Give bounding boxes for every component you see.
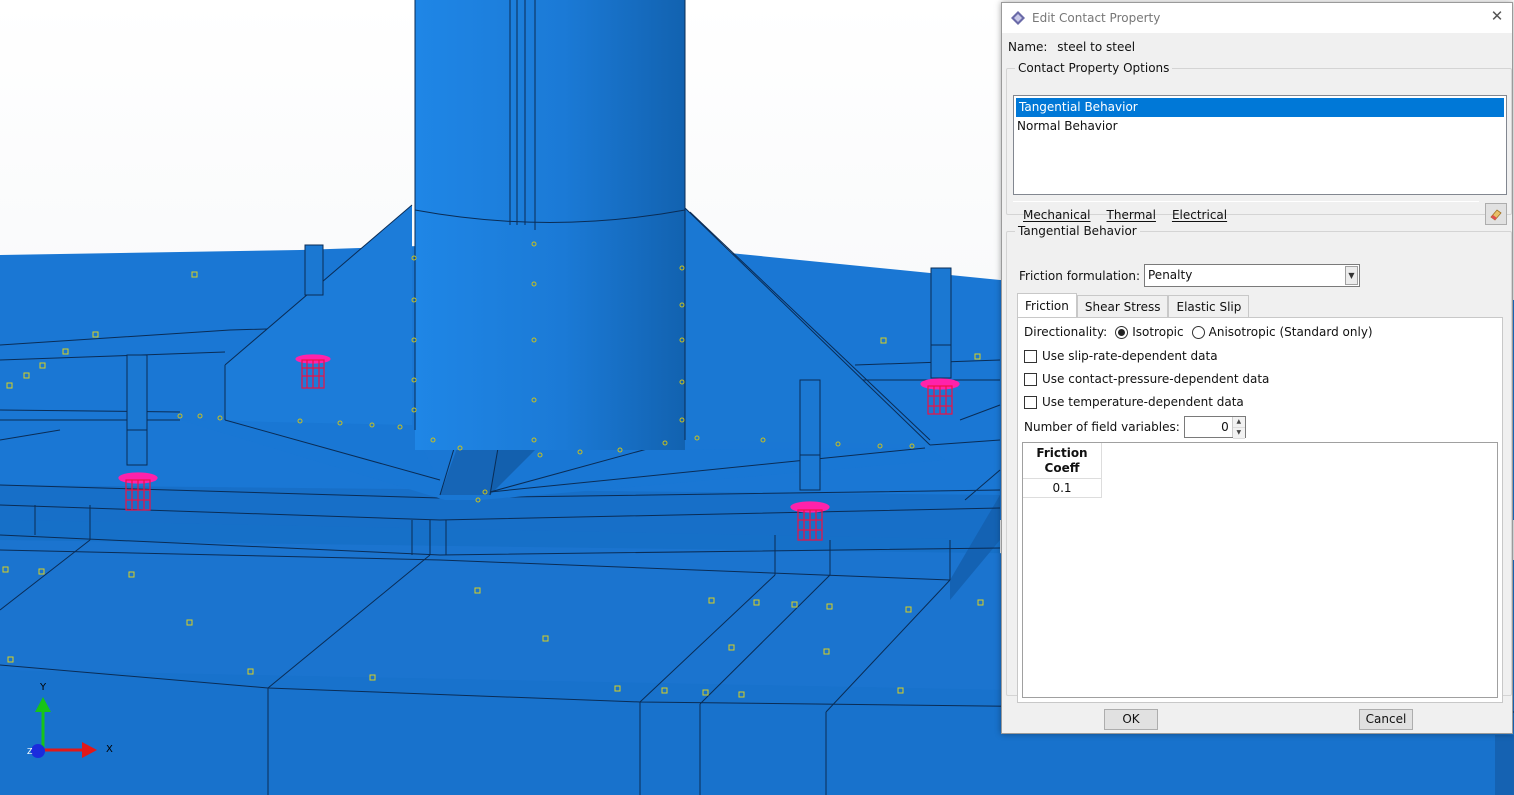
close-icon[interactable]: ✕ — [1490, 9, 1504, 24]
stepper-buttons: ▲ ▼ — [1231, 417, 1245, 439]
slip-rate-row: Use slip-rate-dependent data — [1024, 349, 1218, 363]
stepper-up-icon[interactable]: ▲ — [1232, 417, 1245, 428]
contact-pressure-row: Use contact-pressure-dependent data — [1024, 372, 1269, 386]
option-tangential-behavior[interactable]: Tangential Behavior — [1016, 98, 1504, 117]
isotropic-radio[interactable] — [1115, 325, 1129, 339]
field-variables-row: Number of field variables: 0 ▲ ▼ — [1024, 416, 1246, 439]
dialog-title: Edit Contact Property — [1032, 11, 1161, 25]
friction-coeff-header-line2: Coeff — [1044, 461, 1080, 475]
anisotropic-radio[interactable] — [1191, 325, 1205, 339]
option-normal-behavior[interactable]: Normal Behavior — [1014, 117, 1506, 136]
chevron-down-icon[interactable]: ▼ — [1345, 266, 1358, 285]
dialog-titlebar[interactable]: Edit Contact Property ✕ — [1002, 3, 1512, 33]
temperature-checkbox[interactable] — [1024, 395, 1037, 409]
directionality-label: Directionality: — [1024, 325, 1108, 339]
field-variables-label: Number of field variables: — [1024, 420, 1180, 434]
field-variables-stepper[interactable]: 0 ▲ ▼ — [1183, 416, 1246, 439]
stepper-down-icon[interactable]: ▼ — [1232, 428, 1245, 439]
steel-column — [414, 0, 686, 450]
friction-coeff-header-line1: Friction — [1036, 446, 1088, 460]
menu-thermal[interactable]: Thermal — [1107, 208, 1156, 222]
axis-x-label: X — [106, 744, 113, 755]
options-legend: Contact Property Options — [1018, 61, 1170, 75]
name-row: Name: steel to steel — [1008, 40, 1135, 54]
friction-coeff-header: Friction Coeff — [1023, 443, 1102, 479]
friction-tab-panel: Directionality: Isotropic Anisotropic (S… — [1017, 317, 1503, 703]
directionality-row: Directionality: Isotropic Anisotropic (S… — [1024, 325, 1373, 339]
friction-table[interactable]: Friction Coeff 0.1 — [1022, 442, 1498, 698]
contact-pressure-checkbox[interactable] — [1024, 372, 1037, 386]
tab-shear-stress[interactable]: Shear Stress — [1076, 295, 1169, 318]
field-variables-value: 0 — [1221, 420, 1229, 434]
behavior-tabs: Friction Shear Stress Elastic Slip — [1017, 293, 1250, 318]
temperature-label[interactable]: Use temperature-dependent data — [1042, 395, 1244, 409]
contact-property-options-group: Contact Property Options Tangential Beha… — [1006, 61, 1512, 225]
eraser-icon — [1490, 209, 1502, 221]
axis-z-label: Z — [27, 747, 33, 756]
contact-pressure-label[interactable]: Use contact-pressure-dependent data — [1042, 372, 1269, 386]
ok-button[interactable]: OK — [1104, 709, 1158, 730]
tab-friction[interactable]: Friction — [1017, 293, 1077, 318]
cancel-button[interactable]: Cancel — [1359, 709, 1413, 730]
options-list[interactable]: Tangential Behavior Normal Behavior — [1013, 95, 1507, 195]
slip-rate-checkbox[interactable] — [1024, 349, 1037, 363]
friction-formulation-label: Friction formulation: — [1019, 268, 1140, 283]
abaqus-app-icon — [1011, 11, 1025, 25]
slip-rate-label[interactable]: Use slip-rate-dependent data — [1042, 349, 1218, 363]
tab-elastic-slip[interactable]: Elastic Slip — [1168, 295, 1250, 318]
menu-mechanical[interactable]: Mechanical — [1023, 208, 1091, 222]
isotropic-label[interactable]: Isotropic — [1132, 325, 1183, 339]
axis-y-label: Y — [39, 682, 47, 693]
temperature-row: Use temperature-dependent data — [1024, 395, 1244, 409]
anisotropic-label[interactable]: Anisotropic (Standard only) — [1209, 325, 1373, 339]
tangential-behavior-legend: Tangential Behavior — [1018, 224, 1137, 238]
friction-formulation-value: Penalty — [1148, 268, 1193, 282]
tangential-behavior-group: Tangential Behavior Friction formulation… — [1006, 224, 1512, 703]
friction-formulation-row: Friction formulation: Penalty ▼ — [1019, 264, 1360, 287]
friction-coeff-cell[interactable]: 0.1 — [1023, 479, 1102, 498]
delete-option-button[interactable] — [1485, 203, 1507, 225]
name-value: steel to steel — [1057, 40, 1136, 54]
menu-electrical[interactable]: Electrical — [1172, 208, 1227, 222]
friction-formulation-select[interactable]: Penalty ▼ — [1144, 264, 1360, 287]
name-label: Name: — [1008, 40, 1048, 54]
edit-contact-property-dialog: Edit Contact Property ✕ Name: steel to s… — [1001, 2, 1513, 734]
